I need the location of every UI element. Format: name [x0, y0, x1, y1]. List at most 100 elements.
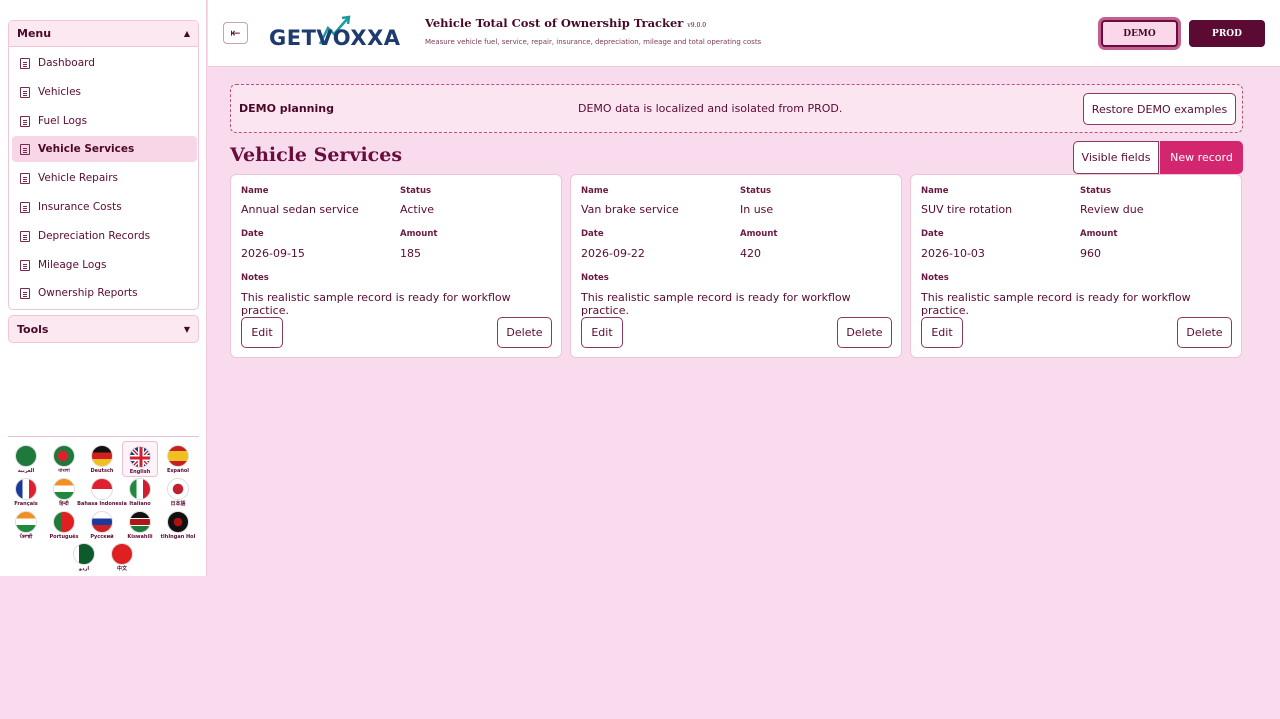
sidebar-item-insurance-costs[interactable]: Insurance Costs: [12, 194, 197, 220]
uk-flag-icon: [129, 446, 151, 468]
sidebar-item-label: Vehicle Repairs: [38, 172, 118, 184]
date-label: Date: [581, 229, 604, 239]
language-japanese[interactable]: 日本語: [160, 474, 196, 510]
record-date: 2026-10-03: [921, 247, 985, 260]
amount-label: Amount: [400, 229, 438, 239]
india-flag-icon: [15, 511, 37, 533]
document-icon: [20, 201, 30, 213]
record-card: Name Status Van brake service In use Dat…: [570, 174, 902, 358]
document-icon: [20, 287, 30, 299]
sidebar-item-ownership-reports[interactable]: Ownership Reports: [12, 280, 197, 306]
portugal-flag-icon: [53, 511, 75, 533]
sidebar-item-label: Fuel Logs: [38, 115, 88, 127]
app-title-text: Vehicle Total Cost of Ownership Tracker: [425, 16, 684, 30]
notes-label: Notes: [921, 273, 949, 283]
record-status: In use: [740, 203, 774, 216]
language-swahili[interactable]: Kiswahili: [122, 507, 158, 543]
edit-button[interactable]: Edit: [581, 317, 623, 348]
edit-button[interactable]: Edit: [241, 317, 283, 348]
china-flag-icon: [111, 543, 133, 565]
sidebar-item-label: Insurance Costs: [38, 201, 122, 213]
chevron-down-icon: ▼: [183, 324, 190, 334]
new-record-button[interactable]: New record: [1160, 141, 1243, 174]
language-selector: العربية বাংলা Deutsch English Español Fr…: [8, 436, 199, 572]
germany-flag-icon: [91, 445, 113, 467]
record-notes: This realistic sample record is ready fo…: [241, 291, 511, 317]
logo-text: GETVOXXA: [269, 26, 401, 50]
language-label: اردو: [78, 566, 90, 572]
language-urdu[interactable]: اردو: [66, 539, 102, 575]
delete-button[interactable]: Delete: [837, 317, 892, 348]
language-indonesian[interactable]: Bahasa Indonesia: [77, 474, 127, 510]
sidebar-item-depreciation-records[interactable]: Depreciation Records: [12, 223, 197, 249]
language-english[interactable]: English: [122, 441, 158, 477]
sidebar-item-vehicle-repairs[interactable]: Vehicle Repairs: [12, 165, 197, 191]
document-icon: [20, 57, 30, 69]
collapse-menu-icon: ⇤: [230, 26, 241, 40]
menu-panel-header[interactable]: Menu ▲: [9, 21, 198, 47]
record-name: Annual sedan service: [241, 203, 359, 216]
sidebar-item-mileage-logs[interactable]: Mileage Logs: [12, 252, 197, 278]
collapse-sidebar-button[interactable]: ⇤: [223, 22, 248, 44]
record-amount: 185: [400, 247, 421, 260]
sidebar-item-vehicle-services[interactable]: Vehicle Services: [12, 136, 197, 162]
app-version: v9.0.0: [687, 22, 707, 29]
language-label: ਪੰਜਾਬੀ: [19, 534, 33, 540]
language-russian[interactable]: Русский: [84, 507, 120, 543]
restore-demo-button[interactable]: Restore DEMO examples: [1083, 93, 1236, 125]
language-french[interactable]: Français: [8, 474, 44, 510]
pakistan-flag-icon: [73, 543, 95, 565]
italy-flag-icon: [129, 478, 151, 500]
record-amount: 420: [740, 247, 761, 260]
notes-label: Notes: [241, 273, 269, 283]
delete-button[interactable]: Delete: [1177, 317, 1232, 348]
menu-panel: Menu ▲ Dashboard Vehicles Fuel Logs Vehi…: [8, 20, 199, 310]
document-icon: [20, 259, 30, 271]
chevron-up-icon: ▲: [183, 29, 190, 38]
record-date: 2026-09-22: [581, 247, 645, 260]
language-bangla[interactable]: বাংলা: [46, 441, 82, 477]
document-icon: [20, 86, 30, 98]
sidebar-item-label: Vehicle Services: [38, 143, 135, 155]
language-arabic[interactable]: العربية: [8, 441, 44, 477]
language-portuguese[interactable]: Português: [46, 507, 82, 543]
visible-fields-button[interactable]: Visible fields: [1073, 141, 1159, 174]
document-icon: [20, 115, 30, 127]
record-notes: This realistic sample record is ready fo…: [581, 291, 851, 317]
banner-title: DEMO planning: [239, 102, 334, 115]
kenya-flag-icon: [129, 511, 151, 533]
record-status: Active: [400, 203, 435, 216]
tools-panel-header[interactable]: Tools ▼: [9, 316, 198, 342]
sidebar-item-label: Dashboard: [38, 57, 95, 69]
prod-env-button[interactable]: PROD: [1189, 20, 1265, 47]
language-klingon[interactable]: tlhIngan Hol: [160, 507, 196, 543]
klingon-emblem-icon: [167, 511, 189, 533]
delete-button[interactable]: Delete: [497, 317, 552, 348]
sidebar-item-label: Ownership Reports: [38, 287, 138, 299]
record-name: Van brake service: [581, 203, 679, 216]
japan-flag-icon: [167, 478, 189, 500]
language-italian[interactable]: Italiano: [122, 474, 158, 510]
app-subtitle: Measure vehicle fuel, service, repair, i…: [425, 38, 762, 46]
edit-button[interactable]: Edit: [921, 317, 963, 348]
sidebar-item-label: Vehicles: [38, 86, 82, 98]
app-header: ⇤ GETVOXXA Vehicle Total Cost of Ownersh…: [208, 0, 1280, 67]
banner-message: DEMO data is localized and isolated from…: [578, 102, 843, 115]
language-punjabi[interactable]: ਪੰਜਾਬੀ: [8, 507, 44, 543]
sidebar-item-dashboard[interactable]: Dashboard: [12, 50, 197, 76]
document-icon: [20, 143, 30, 155]
tools-panel[interactable]: Tools ▼: [8, 315, 199, 343]
india-flag-icon: [53, 478, 75, 500]
sidebar-item-label: Mileage Logs: [38, 259, 107, 271]
sidebar-item-vehicles[interactable]: Vehicles: [12, 79, 197, 105]
sidebar-item-fuel-logs[interactable]: Fuel Logs: [12, 108, 197, 134]
language-german[interactable]: Deutsch: [84, 441, 120, 477]
date-label: Date: [241, 229, 264, 239]
language-spanish[interactable]: Español: [160, 441, 196, 477]
demo-env-button[interactable]: DEMO: [1101, 20, 1178, 47]
document-icon: [20, 230, 30, 242]
status-label: Status: [740, 186, 772, 196]
france-flag-icon: [15, 478, 37, 500]
language-chinese[interactable]: 中文: [104, 539, 140, 575]
record-name: SUV tire rotation: [921, 203, 1013, 216]
